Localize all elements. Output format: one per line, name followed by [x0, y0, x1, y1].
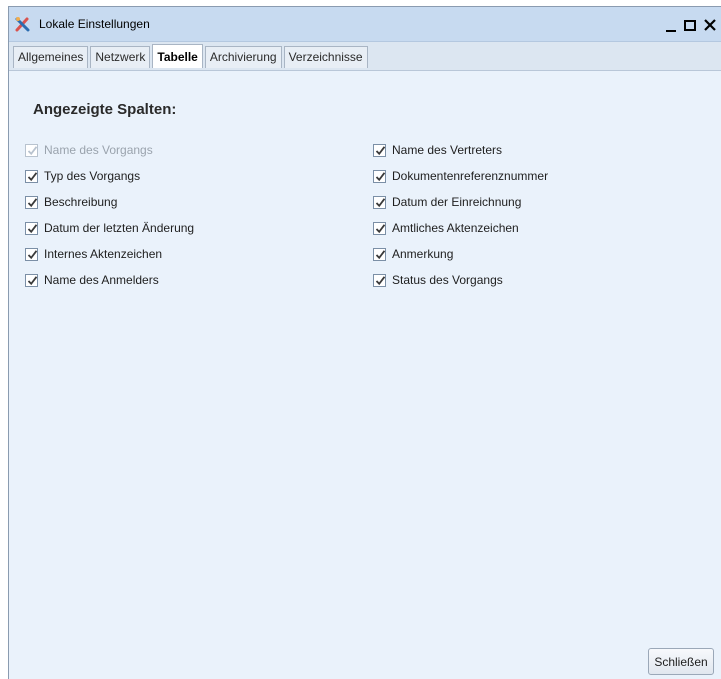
- title-bar[interactable]: Lokale Einstellungen: [9, 7, 721, 42]
- tab-list: Allgemeines Netzwerk Tabelle Archivierung Ve…: [13, 44, 370, 68]
- close-window-button[interactable]: [701, 16, 719, 34]
- check-icon: [375, 197, 386, 207]
- checkbox[interactable]: [25, 247, 38, 261]
- close-icon: [704, 19, 716, 31]
- check-icon: [27, 223, 38, 233]
- maximize-icon: [684, 19, 696, 31]
- checkbox[interactable]: [373, 273, 386, 287]
- column-checkbox-row[interactable]: Name des Anmelders: [25, 267, 194, 293]
- column-checkbox-row[interactable]: Typ des Vorgangs: [25, 163, 194, 189]
- checkbox-label: Name des Vertreters: [392, 143, 503, 157]
- checkbox-label: Status des Vorgangs: [392, 273, 503, 287]
- column-checkbox-row[interactable]: Datum der letzten Änderung: [25, 215, 194, 241]
- tab-archivierung[interactable]: Archivierung: [204, 46, 282, 68]
- checkbox-label: Name des Vorgangs: [44, 143, 153, 157]
- tab-bar: Allgemeines Netzwerk Tabelle Archivierung Ve…: [9, 42, 721, 71]
- check-icon: [375, 171, 386, 181]
- checkbox[interactable]: [373, 247, 386, 261]
- check-icon: [375, 145, 386, 155]
- check-icon: [27, 171, 38, 181]
- column-checkbox-row[interactable]: Name des Vertreters: [373, 137, 548, 163]
- checkbox-label: Beschreibung: [44, 195, 118, 209]
- check-icon: [27, 145, 38, 155]
- column-checkbox-row: Name des Vorgangs: [25, 137, 194, 163]
- checkbox-label: Anmerkung: [392, 247, 454, 261]
- checkbox[interactable]: [25, 195, 38, 209]
- checkbox[interactable]: [373, 221, 386, 235]
- column-checkbox-row[interactable]: Amtliches Aktenzeichen: [373, 215, 548, 241]
- checkbox[interactable]: [373, 195, 386, 209]
- check-icon: [27, 275, 38, 285]
- check-icon: [27, 197, 38, 207]
- checkbox-label: Dokumentenreferenznummer: [392, 169, 549, 183]
- minimize-button[interactable]: [662, 16, 680, 34]
- checkbox[interactable]: [25, 169, 38, 183]
- settings-window: Lokale Einstellungen Allgemeines Netzwerk…: [8, 6, 721, 679]
- checkbox-label: Datum der letzten Änderung: [44, 221, 195, 235]
- tools-icon: [14, 16, 31, 33]
- checkbox: [25, 143, 38, 157]
- checkbox[interactable]: [25, 221, 38, 235]
- column-checkbox-row[interactable]: Dokumentenreferenznummer: [373, 163, 548, 189]
- checkbox-label: Amtliches Aktenzeichen: [392, 221, 519, 235]
- maximize-button[interactable]: [681, 16, 699, 34]
- check-icon: [375, 223, 386, 233]
- check-icon: [375, 275, 386, 285]
- check-icon: [27, 249, 38, 259]
- column-checkbox-row[interactable]: Anmerkung: [373, 241, 548, 267]
- tab-netzwerk[interactable]: Netzwerk: [90, 46, 151, 68]
- columns-left: Name des Vorgangs Typ des Vorgangs Beschre…: [25, 137, 194, 293]
- tab-verzeichnisse[interactable]: Verzeichnisse: [283, 46, 368, 68]
- minimize-icon: [666, 29, 676, 32]
- checkbox[interactable]: [373, 169, 386, 183]
- tab-allgemeines[interactable]: Allgemeines: [13, 46, 89, 68]
- checkbox-label: Name des Anmelders: [44, 273, 159, 287]
- columns-right: Name des Vertreters Dokumentenreferenznum…: [373, 137, 548, 293]
- checkbox-label: Typ des Vorgangs: [44, 169, 141, 183]
- column-checkbox-row[interactable]: Status des Vorgangs: [373, 267, 548, 293]
- window-title: Lokale Einstellungen: [39, 17, 150, 31]
- checkbox-label: Datum der Einreichnung: [392, 195, 522, 209]
- tab-content: Angezeigte Spalten: Name des Vorgangs Typ…: [9, 71, 721, 679]
- column-checkbox-row[interactable]: Internes Aktenzeichen: [25, 241, 194, 267]
- checkbox[interactable]: [25, 273, 38, 287]
- checkbox[interactable]: [373, 143, 386, 157]
- column-checkbox-row[interactable]: Beschreibung: [25, 189, 194, 215]
- column-checkbox-row[interactable]: Datum der Einreichnung: [373, 189, 548, 215]
- tab-tabelle[interactable]: Tabelle: [152, 44, 203, 68]
- section-title: Angezeigte Spalten:: [33, 101, 177, 118]
- check-icon: [375, 249, 386, 259]
- checkbox-label: Internes Aktenzeichen: [44, 247, 163, 261]
- close-button[interactable]: Schließen: [648, 648, 714, 675]
